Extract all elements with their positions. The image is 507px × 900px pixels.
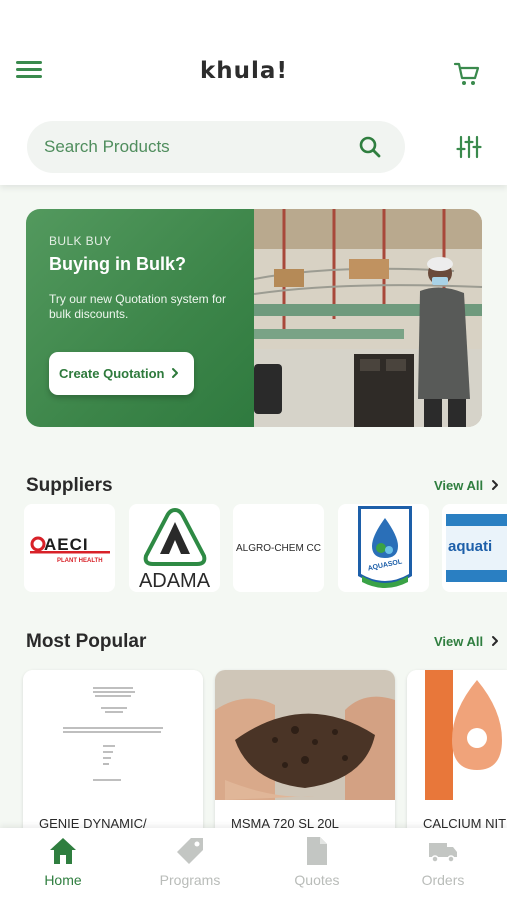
supplier-aquasol[interactable]: AQUASOL [338,504,429,592]
banner-panel: BULK BUY Buying in Bulk? Try our new Quo… [26,209,254,427]
product-image-label-sheet [23,670,203,800]
cart-icon[interactable] [453,60,481,88]
chevron-right-icon[interactable] [489,635,501,647]
product-card[interactable]: CALCIUM NITI [407,670,507,840]
aquatic-wordmark: aquati [448,538,493,555]
banner-eyebrow: BULK BUY [49,234,112,248]
nav-quotes-label: Quotes [294,872,340,888]
aeci-wordmark: AECI [44,535,89,554]
popular-view-all[interactable]: View All [434,634,483,649]
search-bar [27,121,405,173]
nav-quotes[interactable]: Quotes [272,828,362,900]
nav-programs[interactable]: Programs [145,828,235,900]
top-bar: khula! [0,0,507,185]
create-quotation-label: Create Quotation [59,366,165,381]
document-icon [307,837,327,865]
algro-chem-wordmark: ALGRO-CHEM CC [235,543,321,554]
search-icon[interactable] [358,135,382,159]
supplier-algro-chem[interactable]: ALGRO-CHEM CC [233,504,324,592]
bulk-buy-banner[interactable]: BULK BUY Buying in Bulk? Try our new Quo… [26,209,482,427]
product-card[interactable]: GENIE DYNAMIC/ [23,670,203,840]
nav-orders[interactable]: Orders [398,828,488,900]
tag-icon [177,838,203,864]
warehouse-photo [254,209,482,427]
most-popular-title: Most Popular [26,631,147,652]
chevron-right-icon [172,368,178,378]
chevron-right-icon[interactable] [489,479,501,491]
app-logo[interactable]: khula! [200,58,288,84]
home-icon [50,838,76,864]
create-quotation-button[interactable]: Create Quotation [49,352,194,395]
bottom-navigation: Home Programs Quotes Orders [0,828,507,900]
menu-button[interactable] [14,58,44,82]
product-image-soil [215,670,395,800]
adama-logo [143,507,207,566]
supplier-aquatic[interactable]: aquati [442,504,507,592]
filter-icon[interactable] [456,134,482,160]
suppliers-title: Suppliers [26,475,113,496]
supplier-aeci[interactable]: AECI PLANT HEALTH [24,504,115,592]
menu-icon-bar [16,68,42,71]
banner-title: Buying in Bulk? [49,254,186,274]
search-input[interactable] [44,121,344,173]
nav-programs-label: Programs [159,872,221,888]
product-card[interactable]: MSMA 720 SL 20L [215,670,395,840]
adama-wordmark: ADAMA [138,570,211,592]
truck-icon [429,843,457,863]
menu-icon-bar [16,75,42,78]
nav-home[interactable]: Home [18,828,108,900]
product-image-calsol [407,670,507,800]
supplier-adama[interactable]: ADAMA [129,504,220,592]
banner-description: Try our new Quotation system for bulk di… [49,292,226,321]
menu-icon-bar [16,61,42,64]
aquasol-logo [358,506,412,588]
aeci-tagline: PLANT HEALTH [57,558,103,564]
suppliers-view-all[interactable]: View All [434,478,483,493]
nav-orders-label: Orders [421,872,465,888]
nav-home-label: Home [44,872,82,888]
